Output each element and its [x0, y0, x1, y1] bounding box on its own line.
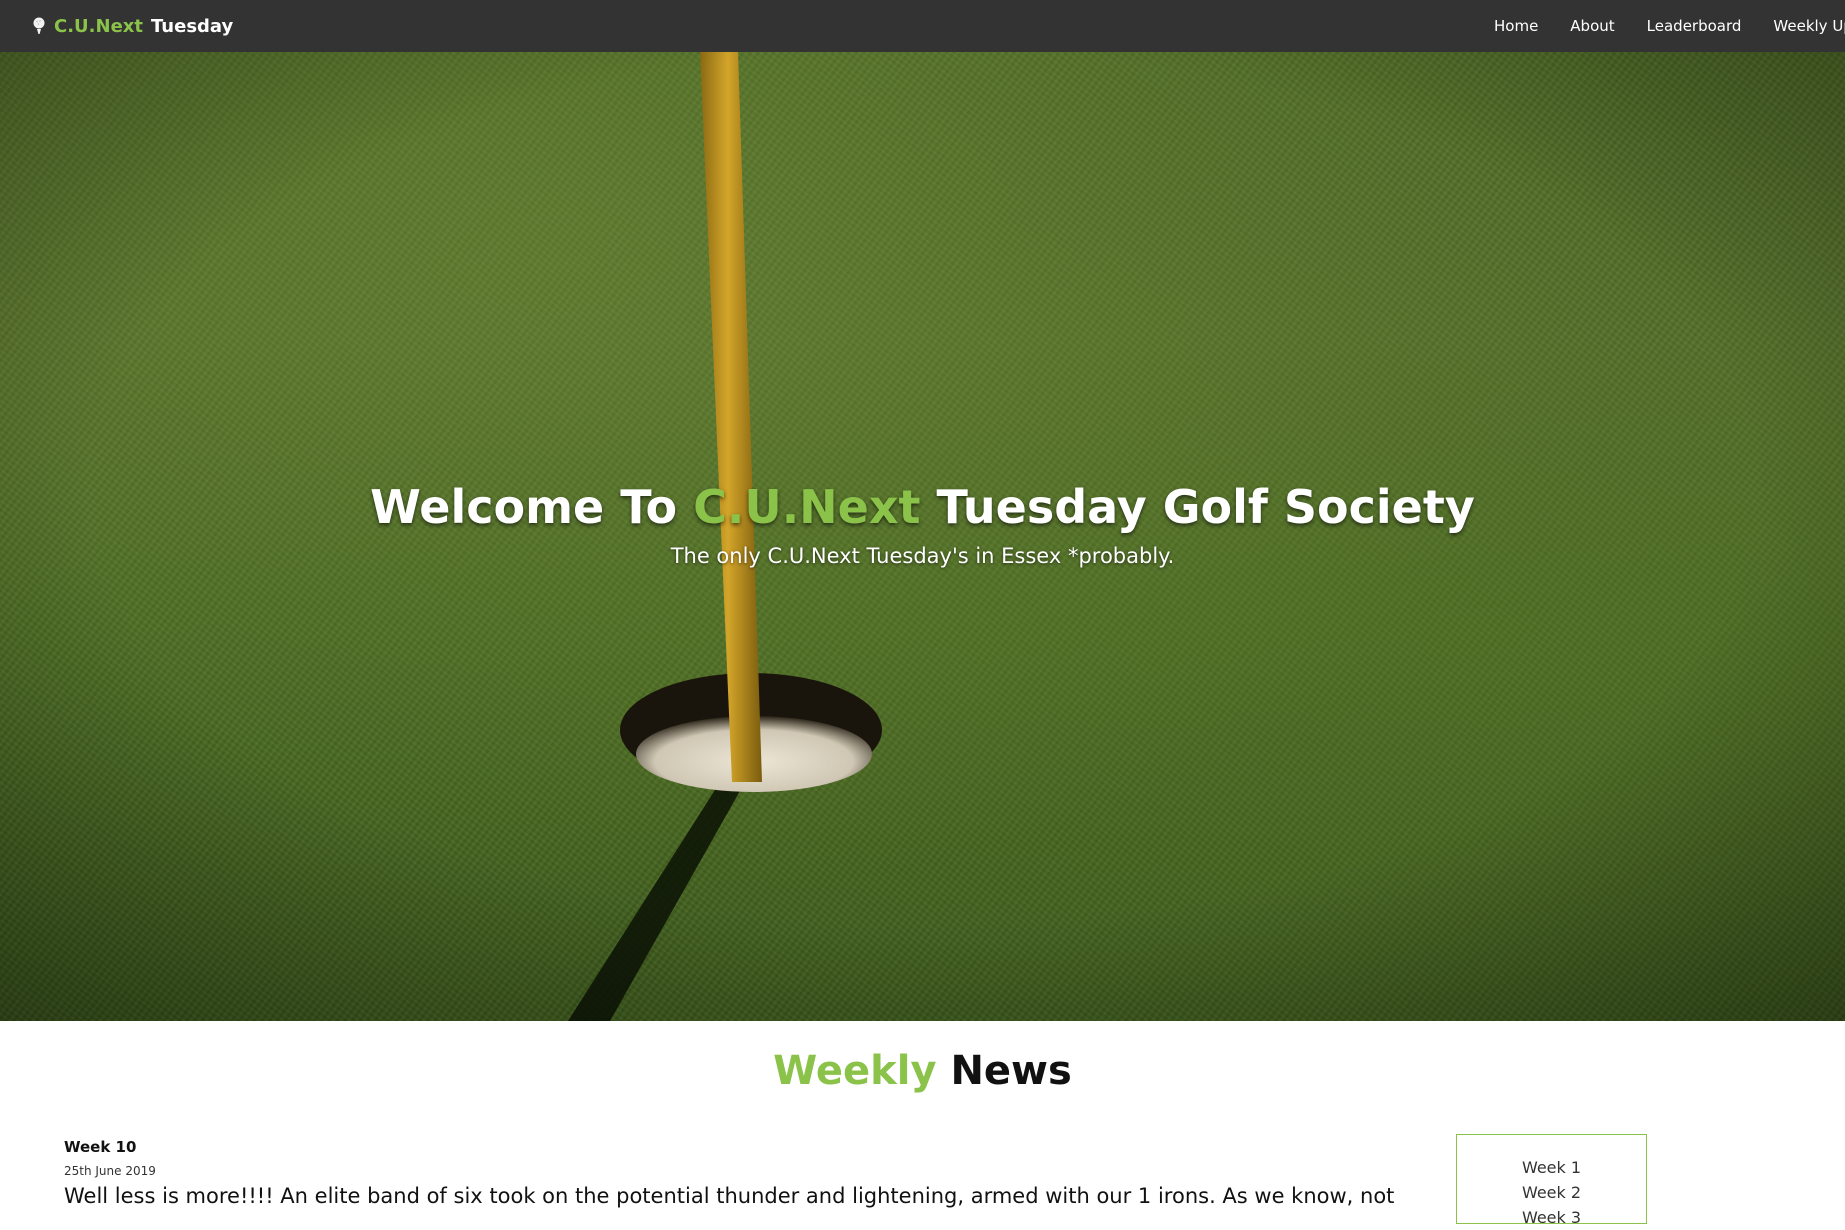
hero-banner: Welcome To C.U.Next Tuesday Golf Society…: [0, 52, 1845, 1021]
article-date: 25th June 2019: [64, 1164, 156, 1178]
article-title: Week 10: [64, 1138, 137, 1156]
hero-title: Welcome To C.U.Next Tuesday Golf Society: [370, 480, 1475, 534]
brand-accent-text: C.U.Next: [54, 15, 143, 37]
hero-subtitle: The only C.U.Next Tuesday's in Essex *pr…: [670, 544, 1175, 568]
week-link-1[interactable]: Week 1: [1457, 1155, 1646, 1180]
brand-link[interactable]: C.U.Next Tuesday: [32, 16, 233, 37]
nav-leaderboard[interactable]: Leaderboard: [1631, 17, 1758, 35]
nav-weekly-updates[interactable]: Weekly Upd: [1757, 17, 1845, 35]
article-body: Well less is more!!!! An elite band of s…: [64, 1184, 1395, 1208]
navbar: C.U.Next Tuesday Home About Leaderboard …: [0, 0, 1845, 52]
brand-plain-text: Tuesday: [151, 15, 234, 37]
nav-links: Home About Leaderboard Weekly Upd: [1478, 0, 1845, 52]
nav-home[interactable]: Home: [1478, 17, 1554, 35]
news-article: Week 10 25th June 2019 Well less is more…: [64, 1138, 1404, 1208]
week-link-2[interactable]: Week 2: [1457, 1180, 1646, 1205]
hero-text: Welcome To C.U.Next Tuesday Golf Society…: [0, 480, 1845, 568]
week-link-3[interactable]: Week 3: [1457, 1205, 1646, 1230]
nav-about[interactable]: About: [1554, 17, 1630, 35]
golf-ball-icon: [32, 17, 46, 35]
weekly-news-heading: Weekly News: [773, 1048, 1072, 1094]
